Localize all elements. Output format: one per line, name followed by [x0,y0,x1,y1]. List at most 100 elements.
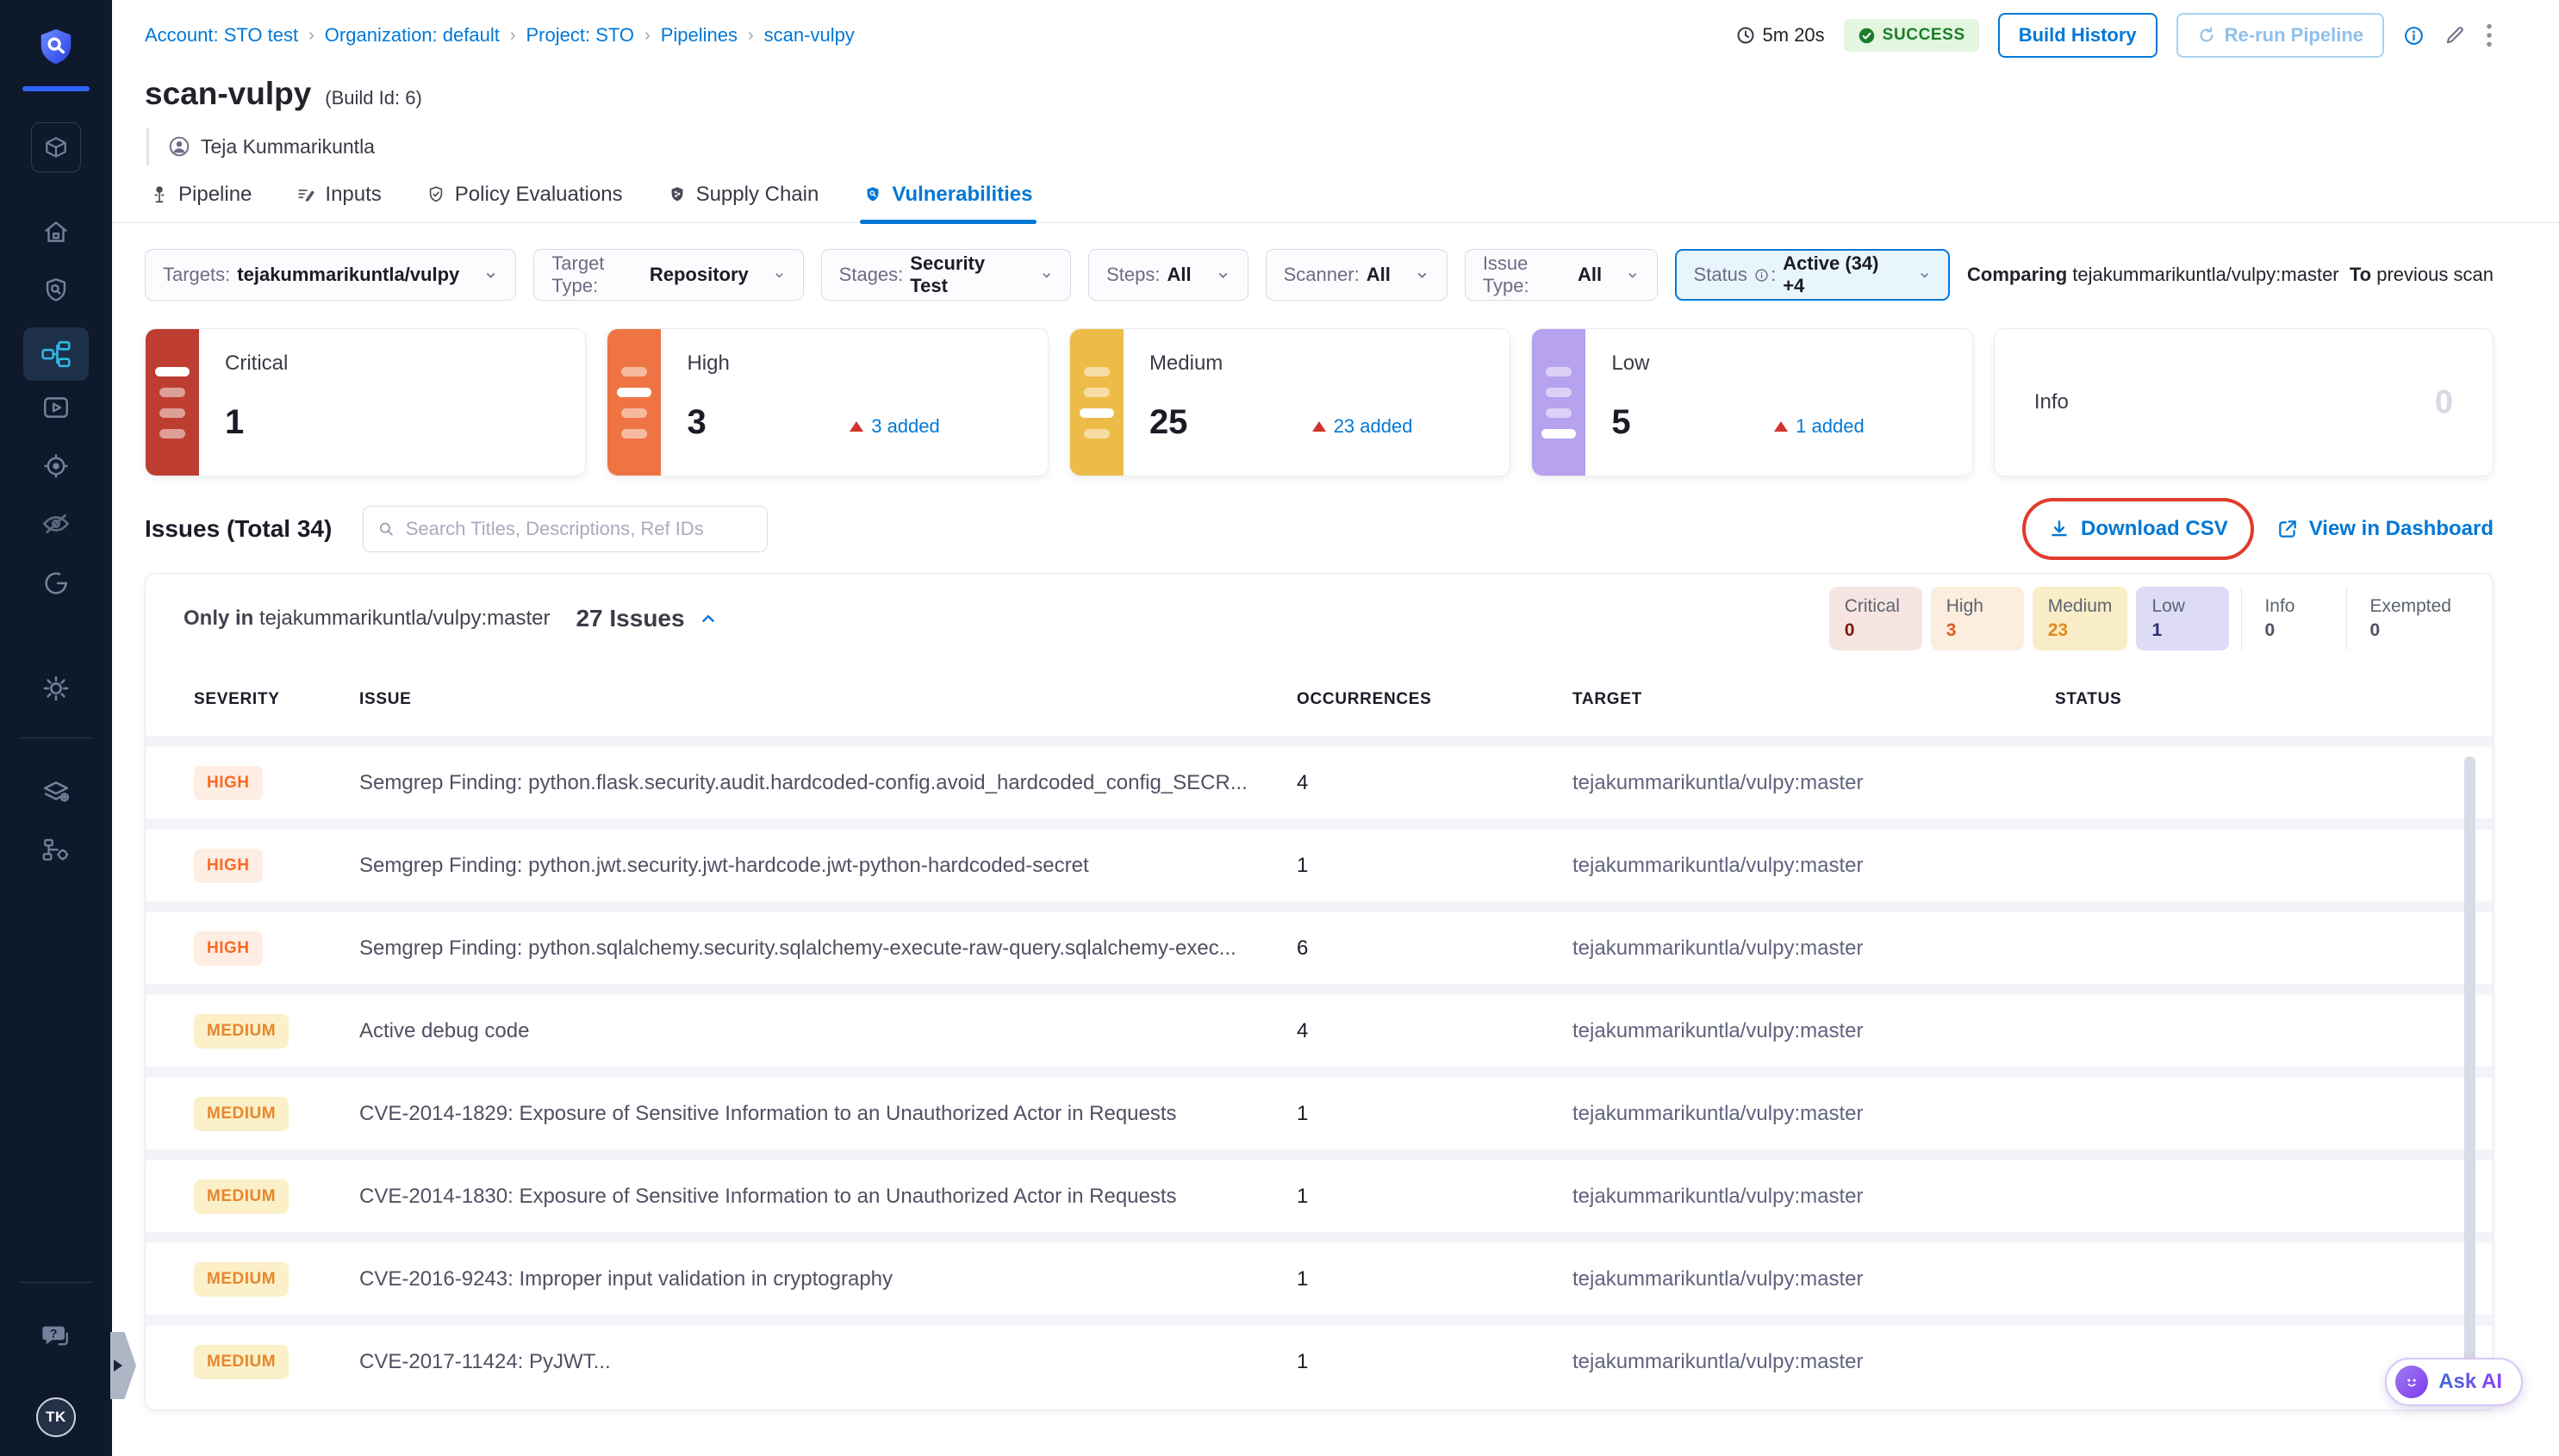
breadcrumb: Account: STO test › Organization: default… [145,24,855,47]
filter-targets[interactable]: Targets:tejakummarikuntla/vulpy [145,249,516,301]
search-input[interactable] [406,518,754,540]
occurrences-value: 6 [1297,936,1572,961]
group-scope-label: Only in tejakummarikuntla/vulpy:master [184,607,550,631]
help-chat-icon[interactable]: ? [40,1322,72,1351]
occurrences-value: 4 [1297,771,1572,795]
breadcrumb-current[interactable]: scan-vulpy [764,24,855,47]
issues-total-title: Issues (Total 34) [145,515,332,543]
build-history-button[interactable]: Build History [1998,13,2157,58]
severity-badge: HIGH [194,849,263,883]
comparing-label: Comparing tejakummarikuntla/vulpy:master… [1967,264,2494,286]
kebab-menu-icon[interactable] [2485,22,2494,48]
filter-stages[interactable]: Stages:Security Test [821,249,1071,301]
tab-policy-evaluations[interactable]: Policy Evaluations [426,183,623,222]
targets-icon[interactable] [41,451,71,481]
occurrences-value: 1 [1297,1350,1572,1374]
topbar: Account: STO test › Organization: default… [112,0,2559,71]
table-row[interactable]: MEDIUM CVE-2014-1830: Exposure of Sensit… [146,1149,2493,1232]
vertical-scrollbar[interactable] [2464,756,2475,1364]
col-severity: SEVERITY [194,690,359,709]
severity-card-low[interactable]: Low 5 1 added [1531,328,1972,476]
col-issue: ISSUE [359,690,1297,709]
filter-steps[interactable]: Steps:All [1088,249,1248,301]
tab-pipeline[interactable]: Pipeline [150,183,252,222]
info-icon[interactable] [2403,25,2425,47]
settings-gear-icon[interactable] [41,674,71,703]
chevron-down-icon [773,268,786,283]
build-duration: 5m 20s [1735,24,1825,47]
eye-off-icon[interactable] [40,508,72,539]
chip-critical: Critical0 [1829,587,1922,650]
occurrences-value: 4 [1297,1019,1572,1043]
chevron-down-icon [1918,268,1931,283]
chevron-down-icon [1040,268,1053,283]
breadcrumb-pipelines[interactable]: Pipelines [661,24,738,47]
rerun-pipeline-button[interactable]: Re-run Pipeline [2176,13,2384,58]
breadcrumb-org[interactable]: Organization: default [325,24,500,47]
filter-issue-type[interactable]: Issue Type:All [1465,249,1658,301]
tab-supply-chain[interactable]: Supply Chain [668,183,819,222]
user-avatar[interactable]: TK [36,1397,76,1437]
project-setup-icon[interactable] [41,777,71,806]
edit-pencil-icon[interactable] [2444,24,2466,47]
pipeline-icon [150,185,169,204]
breadcrumb-separator: › [644,26,651,46]
issue-title: Semgrep Finding: python.sqlalchemy.secur… [359,936,1297,961]
active-module-indicator [22,86,90,91]
module-cube-icon[interactable] [31,122,81,172]
ask-ai-button[interactable]: Ask AI [2385,1358,2523,1406]
filter-target-type[interactable]: Target Type:Repository [533,249,803,301]
sidebar-item-pipelines[interactable] [23,327,89,381]
severity-badge: MEDIUM [194,1014,289,1048]
chevron-up-icon[interactable] [699,609,718,628]
download-csv-button[interactable]: Download CSV [2048,517,2228,541]
filter-status[interactable]: Status :Active (34) +4 [1675,249,1951,301]
info-count: 0 [2435,384,2453,421]
search-icon [377,520,395,538]
issue-title: Semgrep Finding: python.jwt.security.jwt… [359,854,1297,878]
issues-search[interactable] [363,506,768,552]
inputs-icon [296,185,315,204]
target-value: tejakummarikuntla/vulpy:master [1572,1102,2055,1126]
severity-card-medium[interactable]: Medium 25 23 added [1069,328,1510,476]
table-row[interactable]: HIGH Semgrep Finding: python.sqlalchemy.… [146,901,2493,984]
chip-info: Info0 [2241,587,2334,650]
severity-badge: MEDIUM [194,1345,289,1379]
target-value: tejakummarikuntla/vulpy:master [1572,1350,2055,1374]
table-row[interactable]: HIGH Semgrep Finding: python.flask.secur… [146,736,2493,818]
issues-table-body: HIGH Semgrep Finding: python.flask.secur… [146,736,2493,1397]
table-row[interactable]: MEDIUM CVE-2016-9243: Improper input val… [146,1232,2493,1315]
table-row[interactable]: HIGH Semgrep Finding: python.jwt.securit… [146,818,2493,901]
executions-play-icon[interactable] [41,393,71,422]
table-row[interactable]: MEDIUM CVE-2014-1829: Exposure of Sensit… [146,1067,2493,1149]
severity-card-info[interactable]: Info 0 [1994,328,2494,476]
chevron-down-icon [1216,268,1230,283]
tab-inputs[interactable]: Inputs [296,183,381,222]
tab-vulnerabilities[interactable]: Vulnerabilities [863,183,1032,222]
issue-title: Active debug code [359,1019,1297,1043]
table-row[interactable]: MEDIUM CVE-2017-11424: PyJWT... 1 tejaku… [146,1315,2493,1397]
breadcrumb-separator: › [308,26,314,46]
severity-card-critical[interactable]: Critical 1 [145,328,586,476]
getting-started-icon[interactable] [41,569,71,598]
sto-shield-logo[interactable] [36,26,76,67]
breadcrumb-account[interactable]: Account: STO test [145,24,298,47]
download-icon [2048,518,2070,540]
severity-chip-row: Critical0 High3 Medium23 Low1 Info0 Exem… [1821,587,2467,650]
home-icon[interactable] [41,217,71,246]
occurrences-value: 1 [1297,854,1572,878]
breadcrumb-project[interactable]: Project: STO [526,24,635,47]
issue-title: Semgrep Finding: python.flask.security.a… [359,771,1297,795]
issue-title: CVE-2014-1830: Exposure of Sensitive Inf… [359,1185,1297,1209]
scan-shield-icon[interactable] [41,276,71,305]
org-setup-icon[interactable] [41,836,71,865]
svg-text:?: ? [50,1327,58,1341]
high-added: 3 added [850,415,940,438]
high-count: 3 [687,403,706,442]
page-title: scan-vulpy [145,76,311,112]
table-row[interactable]: MEDIUM Active debug code 4 tejakummariku… [146,984,2493,1067]
severity-card-high[interactable]: High 3 3 added [607,328,1048,476]
filter-scanner[interactable]: Scanner:All [1266,249,1448,301]
view-in-dashboard-button[interactable]: View in Dashboard [2276,517,2494,541]
breadcrumb-separator: › [510,26,516,46]
